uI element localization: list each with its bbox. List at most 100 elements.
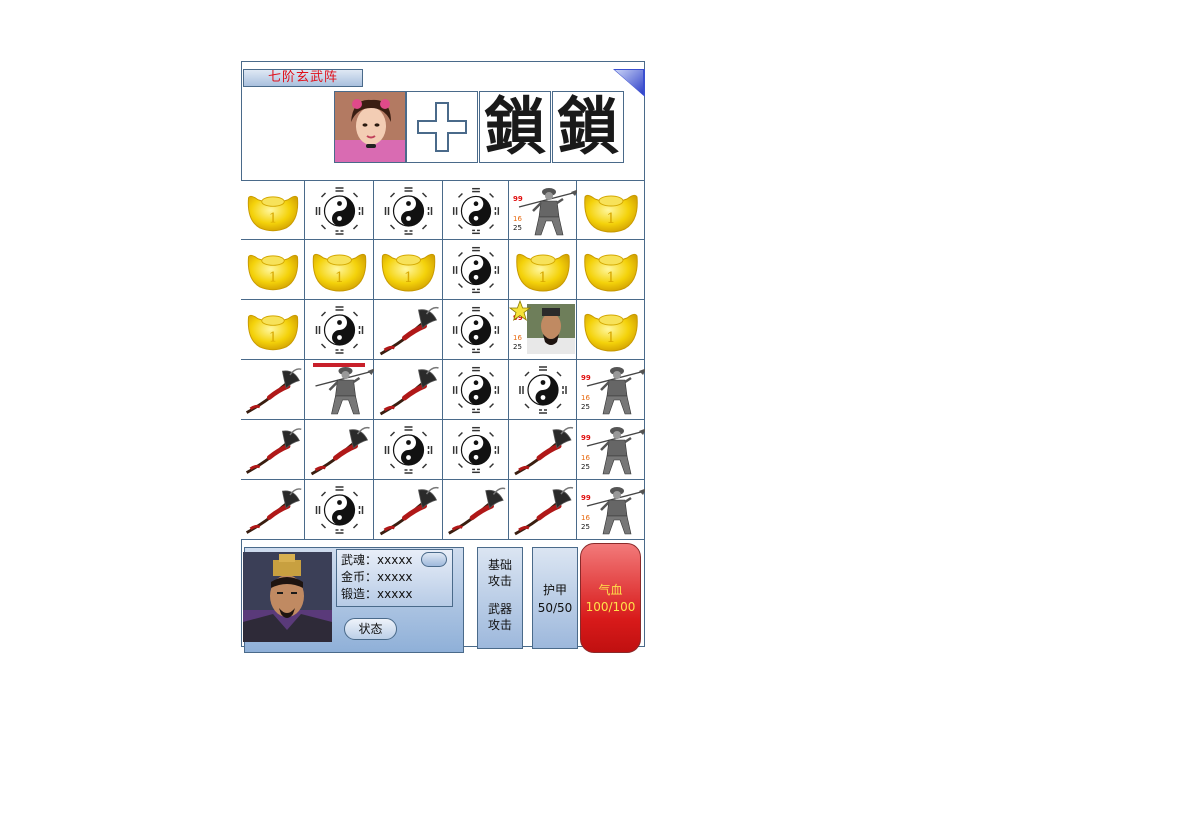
- gold-ingot-icon: 1: [247, 254, 299, 291]
- grid-cell-enemy-soldier[interactable]: 99 16 25: [577, 480, 645, 540]
- lock-glyph: 鎖: [556, 91, 619, 163]
- enemy-soldier-icon: [586, 427, 645, 475]
- forge-label: 锻造：: [341, 587, 378, 601]
- gold-ingot-icon: 1: [584, 194, 638, 233]
- enemy-hp-bar: [313, 363, 365, 367]
- player-portrait[interactable]: [243, 552, 332, 642]
- grid-cell-halberd-weapon[interactable]: [374, 480, 443, 540]
- warlord-portrait-icon: [243, 552, 332, 642]
- grid-cell-taiji[interactable]: [374, 181, 443, 240]
- grid-cell-halberd-weapon[interactable]: [241, 420, 305, 480]
- gold-ingot-icon: 1: [381, 253, 436, 292]
- grid-cell-gold-ingot[interactable]: 1: [577, 300, 645, 360]
- grid-cell-enemy-soldier[interactable]: 99 16 25: [509, 181, 577, 240]
- gold-ingot-icon: 1: [584, 313, 638, 352]
- grid-cell-taiji[interactable]: [443, 360, 509, 420]
- star-icon: [509, 300, 531, 322]
- grid-cell-taiji[interactable]: [443, 240, 509, 300]
- grid-cell-halberd-weapon[interactable]: [374, 360, 443, 420]
- svg-text:1: 1: [335, 270, 344, 286]
- grid-cell-halberd-weapon[interactable]: [241, 480, 305, 540]
- enemy-soldier-icon: [315, 367, 374, 415]
- grid-cell-gold-ingot[interactable]: 1: [509, 240, 577, 300]
- grid-cell-enemy-soldier[interactable]: 99 16 25: [577, 420, 645, 480]
- grid-cell-taiji[interactable]: [443, 181, 509, 240]
- base-attack-label-line2: 攻击: [487, 574, 512, 588]
- hero-portrait-slot[interactable]: [334, 91, 406, 163]
- attack-stats-box: 基础 攻击 武器 攻击: [477, 547, 523, 649]
- taiji-icon: [315, 306, 364, 354]
- status-button[interactable]: 状态: [344, 618, 397, 640]
- grid-cell-halberd-weapon[interactable]: [509, 480, 577, 540]
- hp-stat: 25: [581, 463, 590, 471]
- grid-cell-halberd-weapon[interactable]: [509, 420, 577, 480]
- halberd-weapon-icon: [379, 486, 439, 536]
- halberd-weapon-icon: [379, 306, 439, 356]
- halberd-weapon-icon: [310, 426, 370, 476]
- grid-cell-taiji[interactable]: [305, 300, 374, 360]
- hp-stat: 25: [513, 224, 522, 232]
- svg-text:1: 1: [539, 270, 548, 286]
- attack-stat: 99: [581, 434, 591, 442]
- attack-stat: 99: [581, 374, 591, 382]
- defense-stat: 16: [581, 394, 590, 402]
- grid-cell-taiji[interactable]: [443, 420, 509, 480]
- female-hero-portrait-icon: [335, 92, 405, 162]
- grid-cell-halberd-weapon[interactable]: [443, 480, 509, 540]
- grid-cell-gold-ingot[interactable]: 1: [241, 300, 305, 360]
- svg-text:1: 1: [269, 330, 277, 345]
- grid-cell-halberd-weapon[interactable]: [305, 420, 374, 480]
- enemy-soldier-icon: [586, 367, 645, 415]
- grid-cell-gold-ingot[interactable]: 1: [577, 181, 645, 240]
- locked-slot[interactable]: 鎖: [479, 91, 551, 163]
- grid-cell-gold-ingot[interactable]: 1: [577, 240, 645, 300]
- hp-stat: 25: [513, 343, 522, 351]
- grid-cell-taiji[interactable]: [509, 360, 577, 420]
- taiji-icon: [315, 187, 364, 235]
- gold-ingot-icon: 1: [247, 314, 299, 351]
- taiji-icon: [452, 306, 500, 354]
- enemy-soldier-icon: [518, 188, 577, 236]
- halberd-weapon-icon: [514, 426, 574, 476]
- weapon-attack-label-line2: 攻击: [487, 618, 512, 632]
- grid-cell-gold-ingot[interactable]: 1: [241, 240, 305, 300]
- taiji-icon: [384, 426, 433, 474]
- soul-label: 武魂：: [341, 553, 378, 567]
- attack-stat: 99: [581, 494, 591, 502]
- svg-text:1: 1: [269, 270, 277, 285]
- halberd-weapon-icon: [448, 487, 506, 535]
- grid-cell-halberd-weapon[interactable]: [241, 360, 305, 420]
- grid-cell-gold-ingot[interactable]: 1: [241, 181, 305, 240]
- taiji-icon: [452, 187, 500, 235]
- gold-label: 金币：: [341, 570, 378, 584]
- defense-stat: 16: [581, 514, 590, 522]
- taiji-icon: [315, 486, 364, 534]
- gold-row: 金币：xxxxx: [341, 570, 413, 584]
- hp-stat: 25: [581, 523, 590, 531]
- soul-toggle-button[interactable]: [421, 552, 447, 567]
- gold-ingot-icon: 1: [516, 253, 570, 292]
- grid-cell-taiji[interactable]: [374, 420, 443, 480]
- armor-value: 50/50: [537, 601, 573, 615]
- locked-slot[interactable]: 鎖: [552, 91, 624, 163]
- grid-cell-player-general[interactable]: 99 16 25: [509, 300, 577, 360]
- forge-value: xxxxx: [377, 587, 413, 601]
- halberd-weapon-icon: [245, 488, 302, 534]
- grid-cell-enemy-soldier[interactable]: 99 16 25: [577, 360, 645, 420]
- add-slot-button[interactable]: [406, 91, 478, 163]
- grid-cell-taiji[interactable]: [443, 300, 509, 360]
- armor-label: 护甲: [542, 583, 567, 597]
- taiji-icon: [452, 366, 500, 414]
- grid-cell-taiji[interactable]: [305, 181, 374, 240]
- svg-text:1: 1: [269, 211, 277, 226]
- grid-cell-halberd-weapon[interactable]: [374, 300, 443, 360]
- gold-ingot-icon: 1: [584, 253, 638, 292]
- grid-cell-enemy-soldier[interactable]: [305, 360, 374, 420]
- soul-row: 武魂：xxxxx: [341, 553, 413, 567]
- gold-value: xxxxx: [377, 570, 413, 584]
- lock-glyph: 鎖: [483, 91, 546, 163]
- hp-value: 100/100: [585, 600, 636, 614]
- grid-cell-gold-ingot[interactable]: 1: [305, 240, 374, 300]
- grid-cell-gold-ingot[interactable]: 1: [374, 240, 443, 300]
- grid-cell-taiji[interactable]: [305, 480, 374, 540]
